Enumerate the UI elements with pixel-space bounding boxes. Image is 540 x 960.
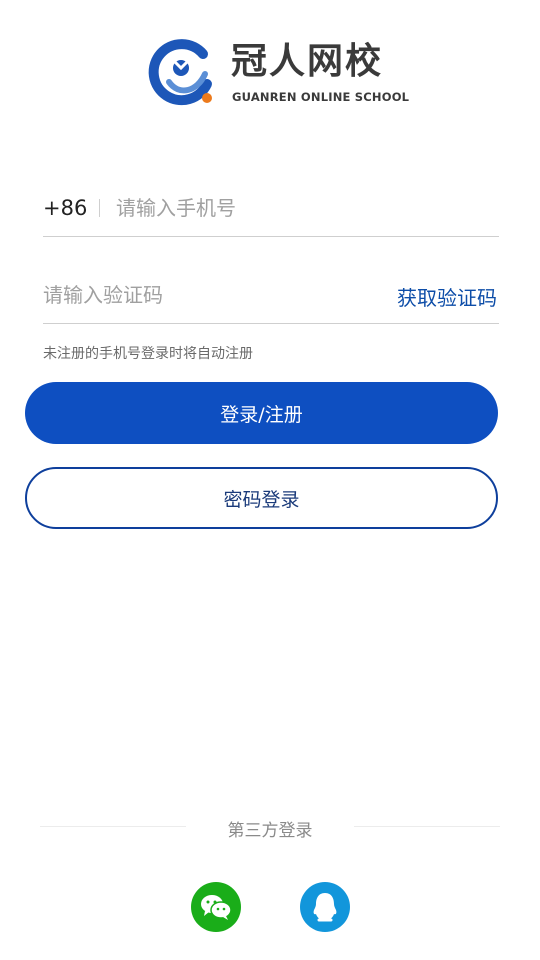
qq-login-button[interactable] [300, 882, 350, 932]
login-register-button[interactable]: 登录/注册 [25, 382, 498, 444]
verification-code-input[interactable] [43, 280, 343, 310]
divider [99, 199, 100, 217]
brand-title: 冠人网校 [231, 41, 384, 82]
brand-subtitle: GUANREN ONLINE SCHOOL [232, 90, 410, 104]
code-field: 获取验证码 [43, 267, 499, 324]
phone-input[interactable] [116, 193, 486, 223]
auto-register-hint: 未注册的手机号登录时将自动注册 [43, 346, 253, 362]
qq-icon [313, 893, 337, 922]
wechat-login-button[interactable] [191, 882, 241, 932]
guanren-logo-icon [148, 39, 212, 106]
divider-right [354, 826, 500, 827]
third-party-section: 第三方登录 [40, 812, 500, 842]
wechat-icon [201, 895, 232, 920]
third-party-label: 第三方登录 [227, 821, 313, 841]
phone-field: +86 [43, 180, 499, 237]
get-code-button[interactable]: 获取验证码 [397, 282, 497, 311]
country-code[interactable]: +86 [43, 196, 87, 220]
password-login-button[interactable]: 密码登录 [25, 467, 498, 529]
app-logo: 冠人网校 GUANREN ONLINE SCHOOL [145, 38, 409, 110]
